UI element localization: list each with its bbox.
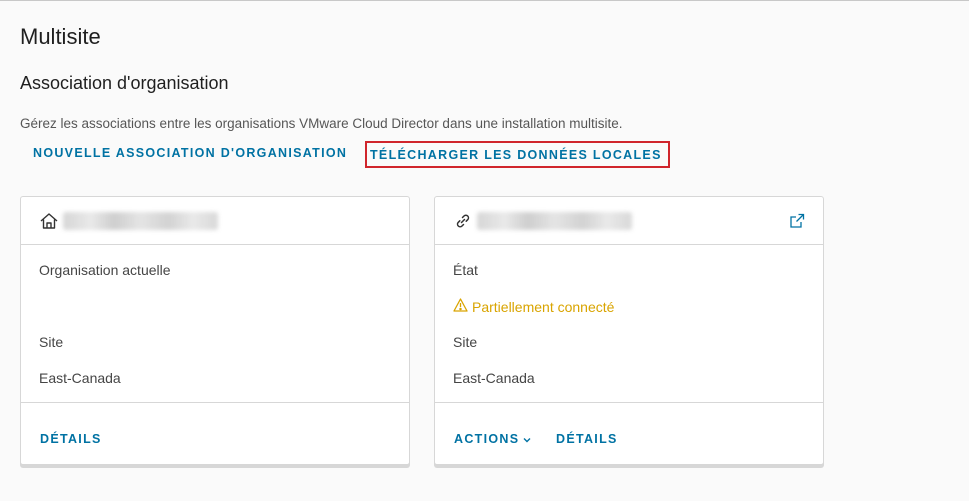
home-icon [39,211,59,231]
section-title: Association d'organisation [20,73,229,93]
page-title: Multisite [20,24,101,49]
field-value-site: East-Canada [39,370,121,386]
field-label-state: État [453,262,478,278]
org-card-associated: État Partiellement connecté Site East-Ca… [434,196,824,465]
warning-icon [453,298,472,315]
field-label-site: Site [453,334,478,350]
card-footer: DÉTAILS [21,402,409,466]
card-header [435,197,823,245]
status-partially-connected: Partiellement connecté [453,298,614,315]
card-header [21,197,409,245]
details-button[interactable]: DÉTAILS [40,432,102,446]
org-name-redacted [63,212,218,230]
field-label-site: Site [39,334,64,350]
section-description: Gérez les associations entre les organis… [20,116,623,131]
field-value-site: East-Canada [453,370,535,386]
org-name-redacted [477,212,632,230]
actions-label: ACTIONS [454,432,520,446]
field-label-current-org: Organisation actuelle [39,262,171,278]
chevron-down-icon [523,432,531,446]
top-divider [0,0,969,1]
details-button[interactable]: DÉTAILS [556,432,618,446]
actions-dropdown-button[interactable]: ACTIONS [454,432,531,446]
download-local-data-button[interactable]: TÉLÉCHARGER LES DONNÉES LOCALES [365,141,670,168]
external-link-icon[interactable] [789,213,805,229]
org-card-current: Organisation actuelle Site East-Canada D… [20,196,410,465]
status-text: Partiellement connecté [472,298,615,315]
new-org-association-button[interactable]: NOUVELLE ASSOCIATION D'ORGANISATION [33,146,347,160]
card-footer: ACTIONS DÉTAILS [435,402,823,466]
link-icon [453,211,473,231]
